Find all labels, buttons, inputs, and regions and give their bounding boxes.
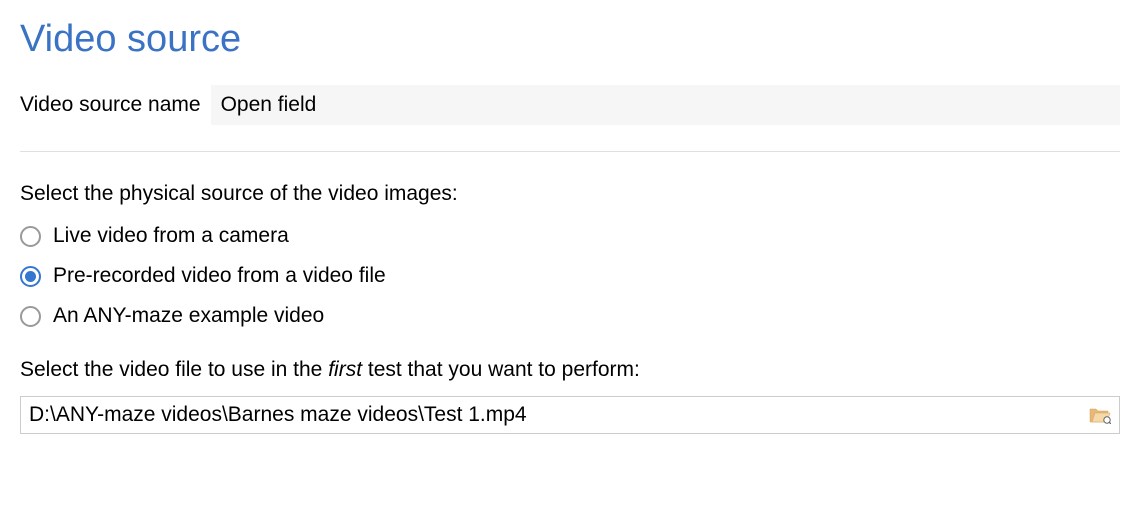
radio-button-icon — [20, 306, 41, 327]
video-file-label-italic: first — [328, 358, 362, 381]
video-file-path-input[interactable] — [29, 403, 1081, 427]
radio-button-icon — [20, 226, 41, 247]
physical-source-label: Select the physical source of the video … — [20, 182, 1120, 206]
radio-label: An ANY-maze example video — [53, 304, 324, 328]
divider — [20, 151, 1120, 152]
video-file-label-prefix: Select the video file to use in the — [20, 358, 328, 381]
radio-option-example-video[interactable]: An ANY-maze example video — [20, 304, 1120, 328]
radio-button-icon — [20, 266, 41, 287]
page-title: Video source — [20, 18, 1120, 61]
video-file-label: Select the video file to use in the firs… — [20, 358, 1120, 382]
video-source-name-input[interactable] — [211, 85, 1120, 125]
browse-folder-icon[interactable] — [1089, 406, 1111, 424]
video-source-name-row: Video source name — [20, 85, 1120, 125]
radio-label: Live video from a camera — [53, 224, 289, 248]
physical-source-radio-group: Live video from a camera Pre-recorded vi… — [20, 224, 1120, 328]
radio-label: Pre-recorded video from a video file — [53, 264, 386, 288]
video-file-input-container — [20, 396, 1120, 434]
radio-option-prerecorded[interactable]: Pre-recorded video from a video file — [20, 264, 1120, 288]
video-source-name-label: Video source name — [20, 93, 201, 117]
video-file-label-suffix: test that you want to perform: — [362, 358, 640, 381]
radio-option-live-video[interactable]: Live video from a camera — [20, 224, 1120, 248]
